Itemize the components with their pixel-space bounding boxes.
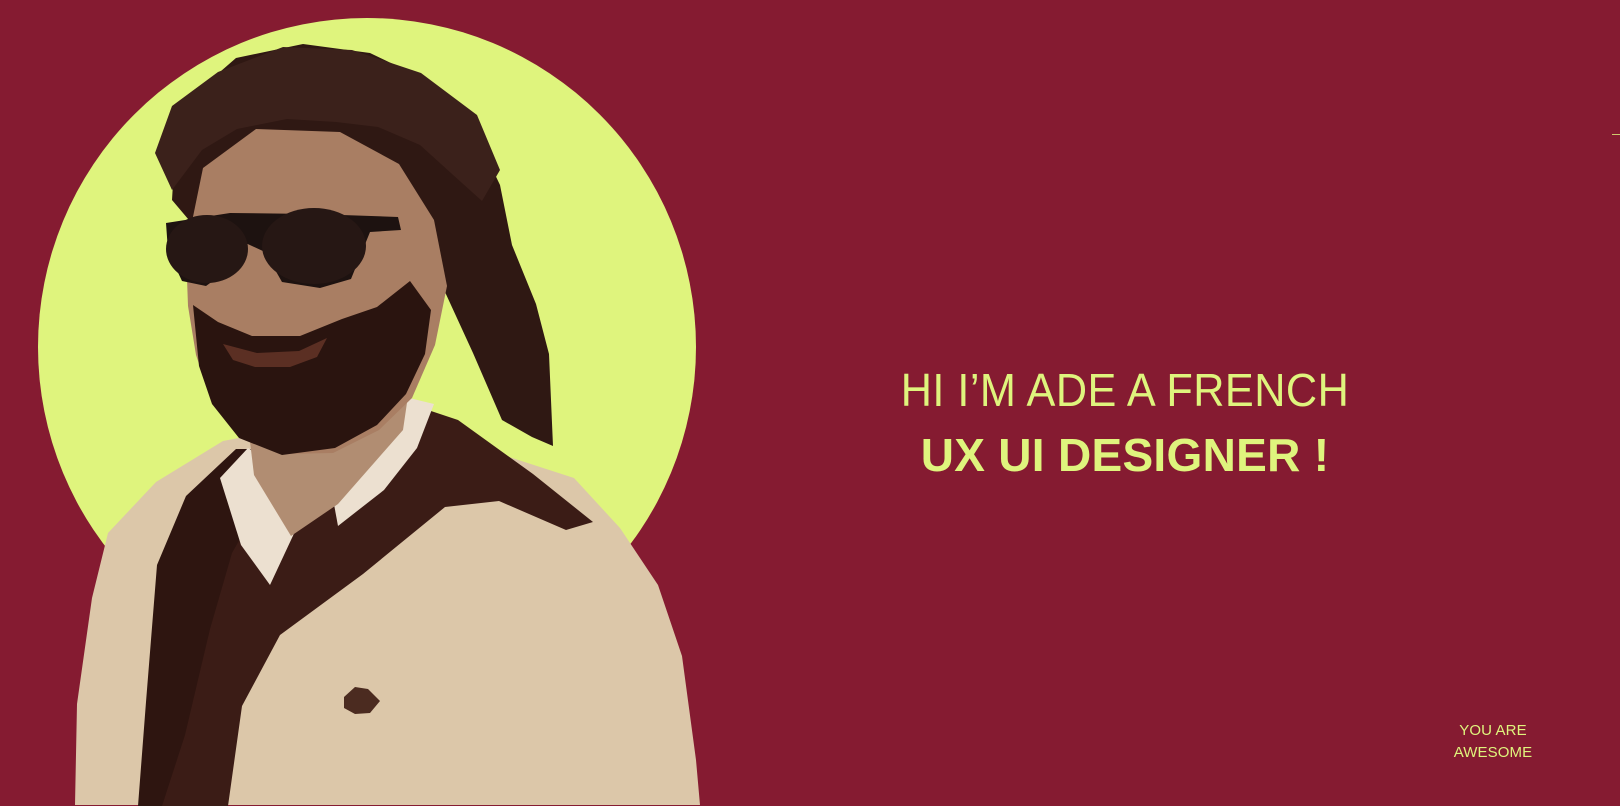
edge-mark: [1612, 134, 1620, 135]
footer-note: YOU ARE AWESOME: [1453, 722, 1533, 761]
headline-line-1: HI I’M ADE A FRENCH: [900, 364, 1350, 416]
hero-headline: HI I’M ADE A FRENCH UX UI DESIGNER !: [760, 358, 1490, 488]
headline-line-2: UX UI DESIGNER !: [920, 429, 1330, 481]
hero-section: HI I’M ADE A FRENCH UX UI DESIGNER ! YOU…: [0, 0, 1620, 806]
portrait-photo: [75, 44, 700, 806]
